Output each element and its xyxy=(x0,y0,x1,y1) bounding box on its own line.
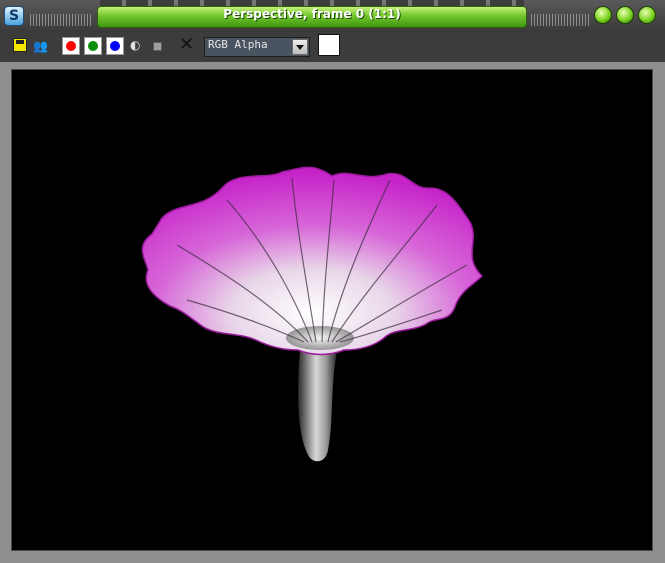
rendered-flower-image xyxy=(141,166,484,462)
title-pill: Perspective, frame 0 (1:1) xyxy=(97,6,527,28)
clear-icon[interactable]: ✕ xyxy=(179,36,195,54)
render-viewport[interactable] xyxy=(11,69,653,551)
close-button[interactable] xyxy=(638,6,656,24)
clone-window-icon[interactable]: 👥 xyxy=(33,38,51,54)
blue-channel-button[interactable] xyxy=(106,37,124,55)
render-toolbar: 👥 ◐ ✕ RGB Alpha xyxy=(0,32,665,62)
channel-select[interactable]: RGB Alpha xyxy=(204,37,310,57)
app-icon[interactable]: S xyxy=(4,6,24,26)
red-channel-icon xyxy=(66,41,76,51)
green-channel-icon xyxy=(88,41,98,51)
title-grip-left xyxy=(30,14,92,26)
flower-stem xyxy=(298,348,338,462)
green-channel-button[interactable] xyxy=(84,37,102,55)
alpha-toggle-icon[interactable] xyxy=(153,42,162,51)
blue-channel-icon xyxy=(110,41,120,51)
window-title: Perspective, frame 0 (1:1) xyxy=(223,7,401,21)
red-channel-button[interactable] xyxy=(62,37,80,55)
chevron-down-icon[interactable] xyxy=(292,39,308,55)
monochrome-icon[interactable]: ◐ xyxy=(130,38,144,52)
title-bar[interactable]: S Perspective, frame 0 (1:1) xyxy=(0,0,665,32)
save-image-icon[interactable] xyxy=(13,38,27,52)
color-swatch[interactable] xyxy=(318,34,340,56)
title-grip-right xyxy=(531,14,589,26)
maximize-button[interactable] xyxy=(616,6,634,24)
channel-select-value: RGB Alpha xyxy=(208,38,268,51)
minimize-button[interactable] xyxy=(594,6,612,24)
render-frame-window: S Perspective, frame 0 (1:1) 👥 ◐ ✕ RGB A… xyxy=(0,0,665,563)
